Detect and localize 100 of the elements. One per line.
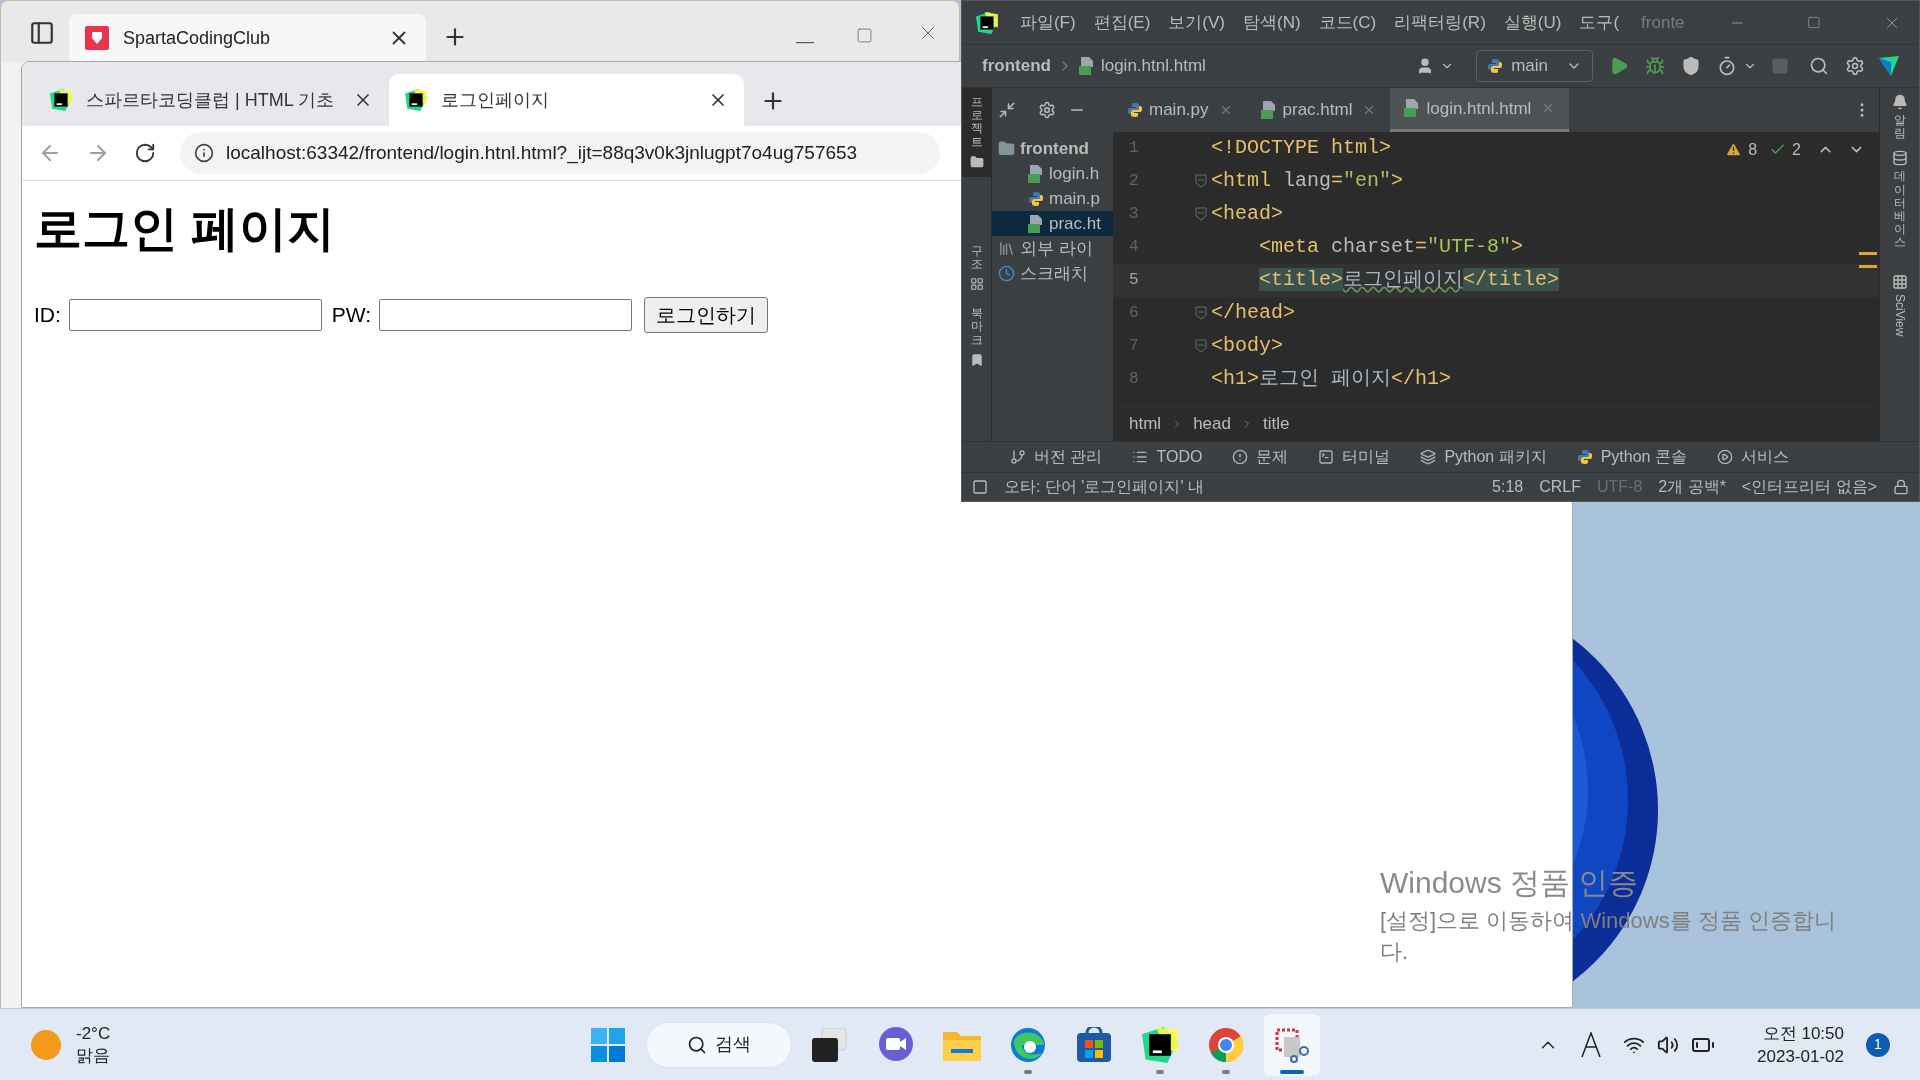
code-line: </head> bbox=[1211, 300, 1295, 327]
line-number: 7 bbox=[1128, 336, 1140, 358]
profiler-icon[interactable] bbox=[1717, 56, 1737, 76]
window-title: fronte bbox=[1641, 11, 1685, 34]
status-item[interactable]: <인터프리터 없음> bbox=[1741, 475, 1877, 499]
helmet-logo-icon bbox=[85, 26, 109, 50]
minimize-button[interactable] bbox=[796, 42, 814, 44]
tool-window-button[interactable]: TODO bbox=[1132, 445, 1203, 469]
tree-item[interactable]: login.h bbox=[992, 161, 1113, 186]
search-icon bbox=[687, 1034, 707, 1055]
lock-icon[interactable] bbox=[1893, 479, 1909, 495]
shield-icon[interactable] bbox=[1681, 56, 1701, 76]
browser-tab[interactable]: 로그인페이지 bbox=[389, 74, 744, 126]
editor-tab[interactable]: main.py bbox=[1113, 88, 1247, 132]
reload-icon[interactable] bbox=[134, 142, 156, 164]
breadcrumb-item[interactable]: title bbox=[1262, 411, 1290, 437]
tool-window-tab[interactable]: 프로젝트 bbox=[962, 88, 991, 177]
tree-item[interactable]: prac.ht bbox=[992, 211, 1113, 236]
html-file-icon bbox=[1260, 100, 1277, 119]
tool-window-label[interactable]: 북마크 bbox=[970, 307, 983, 347]
notification-badge[interactable]: 1 bbox=[1866, 1032, 1890, 1057]
tool-window-tab[interactable]: 구조 bbox=[962, 236, 991, 300]
tool-window-label[interactable]: 알림 bbox=[1893, 114, 1906, 141]
browser-tab[interactable]: SpartaCodingClub bbox=[69, 14, 426, 62]
html-file-icon bbox=[1078, 57, 1095, 75]
login-button[interactable]: 로그인하기 bbox=[644, 297, 769, 333]
windows-start-icon bbox=[591, 1027, 625, 1062]
run-icon[interactable] bbox=[1609, 56, 1629, 76]
browser-tab[interactable]: 스파르타코딩클럽 | HTML 기초 bbox=[34, 74, 389, 126]
tool-window-label[interactable]: 구조 bbox=[970, 244, 983, 272]
collapse-icon[interactable] bbox=[998, 101, 1016, 119]
run-config-dropdown[interactable]: main bbox=[1476, 50, 1593, 82]
temperature[interactable]: -2°C bbox=[76, 1022, 111, 1045]
panel-icon[interactable] bbox=[972, 479, 988, 495]
menu-item[interactable]: 실행(U) bbox=[1503, 9, 1562, 36]
menu-item[interactable]: 보기(V) bbox=[1168, 9, 1225, 36]
tool-window-button[interactable]: 버전 관리 bbox=[1010, 445, 1103, 469]
menu-item[interactable]: 코드(C) bbox=[1318, 9, 1377, 36]
fold-marker-icon[interactable] bbox=[1195, 207, 1207, 222]
input-field[interactable] bbox=[379, 299, 633, 331]
tool-window-button[interactable]: 문제 bbox=[1232, 445, 1289, 469]
code-line: <!DOCTYPE html> bbox=[1211, 135, 1392, 162]
debug-icon[interactable] bbox=[1645, 56, 1665, 76]
bell-icon bbox=[1891, 94, 1908, 110]
tool-window-button[interactable]: 터미널 bbox=[1318, 445, 1391, 469]
tree-item[interactable]: 외부 라이 bbox=[992, 236, 1113, 261]
page-heading: 로그인 페이지 bbox=[34, 201, 336, 257]
line-number: 3 bbox=[1128, 204, 1140, 226]
warning-count[interactable]: 8 bbox=[1748, 137, 1758, 162]
input-method-icon[interactable] bbox=[1581, 1031, 1602, 1058]
tool-window-button[interactable]: 서비스 bbox=[1716, 445, 1789, 469]
address-bar[interactable]: localhost:63342/frontend/login.htnl.html?_ijt=88q3v0k3jnlugpt7o4ug757653 bbox=[180, 132, 940, 174]
pycharm-logo-icon bbox=[976, 10, 998, 35]
status-item[interactable]: CRLF bbox=[1539, 475, 1581, 499]
fold-marker-icon[interactable] bbox=[1195, 306, 1207, 321]
html-file-icon bbox=[1028, 164, 1044, 183]
settings-icon[interactable] bbox=[1038, 101, 1056, 119]
file-name[interactable]: login.htnl.html bbox=[1100, 53, 1206, 79]
tree-item[interactable]: main.p bbox=[992, 186, 1113, 211]
breadcrumb-item[interactable]: html bbox=[1129, 411, 1162, 437]
menu-item[interactable]: 편집(E) bbox=[1093, 9, 1151, 36]
fold-marker-icon[interactable] bbox=[1195, 174, 1207, 189]
python-file-icon bbox=[1576, 449, 1593, 465]
running-indicator bbox=[1024, 1069, 1032, 1074]
search-field[interactable]: 검색 bbox=[646, 1021, 792, 1068]
tool-window-button[interactable]: Python 패키지 bbox=[1420, 445, 1547, 469]
settings-icon[interactable] bbox=[1845, 56, 1865, 76]
maximize-icon[interactable] bbox=[1807, 15, 1821, 30]
breadcrumb-item[interactable]: head bbox=[1193, 411, 1231, 437]
check-count[interactable]: 2 bbox=[1792, 137, 1801, 162]
tool-window-button[interactable]: Python 콘솔 bbox=[1576, 445, 1687, 469]
menu-item[interactable]: 탐색(N) bbox=[1243, 9, 1301, 36]
line-number: 8 bbox=[1128, 369, 1140, 391]
running-indicator bbox=[1156, 1069, 1164, 1074]
tool-window-label[interactable]: SciView bbox=[1890, 293, 1909, 336]
tree-item[interactable]: frontend bbox=[992, 136, 1113, 161]
tree-item[interactable]: 스크래치 bbox=[992, 261, 1113, 286]
search-icon[interactable] bbox=[1809, 56, 1829, 76]
editor-tab[interactable]: login.htnl.html bbox=[1390, 88, 1570, 132]
editor-tab[interactable]: prac.html bbox=[1246, 88, 1391, 132]
line-number: 4 bbox=[1128, 237, 1140, 259]
input-field[interactable] bbox=[68, 299, 322, 331]
error-stripe-mark[interactable] bbox=[1859, 264, 1877, 268]
toolbox-icon[interactable] bbox=[1879, 56, 1899, 76]
weather-condition[interactable]: 맑음 bbox=[76, 1044, 111, 1067]
tool-window-tab[interactable]: 북마크 bbox=[962, 299, 991, 375]
status-item[interactable]: 5:18 bbox=[1492, 475, 1524, 499]
alert-icon bbox=[1232, 449, 1249, 465]
menu-item[interactable]: 파일(F) bbox=[1019, 9, 1076, 36]
menu-item[interactable]: 리팩터링(R) bbox=[1394, 9, 1486, 36]
error-stripe-mark[interactable] bbox=[1859, 251, 1877, 255]
menu-item[interactable]: 도구( bbox=[1579, 9, 1620, 36]
status-item[interactable]: 2개 공백* bbox=[1658, 475, 1726, 499]
tool-window-label[interactable]: 프로젝트 bbox=[970, 96, 983, 149]
clock[interactable]: 오전 10:50 2023-01-02 bbox=[1757, 1021, 1844, 1068]
fold-marker-icon[interactable] bbox=[1195, 339, 1207, 354]
project-name[interactable]: frontend bbox=[982, 53, 1051, 79]
python-file-icon bbox=[1487, 58, 1504, 74]
play-circle-icon bbox=[1716, 449, 1733, 465]
tool-window-label[interactable]: 데이터베이스 bbox=[1893, 170, 1906, 250]
